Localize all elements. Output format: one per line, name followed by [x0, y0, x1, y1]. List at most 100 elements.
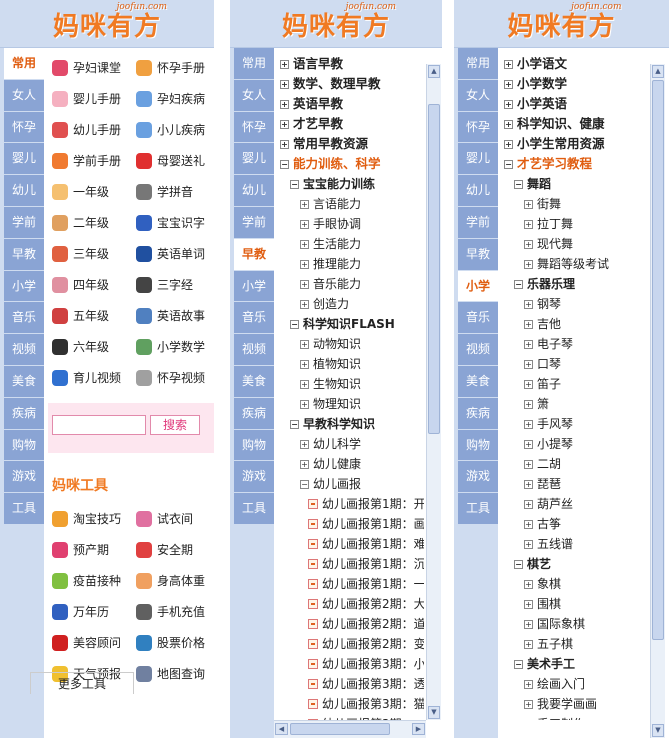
- collapse-icon[interactable]: −: [514, 179, 523, 189]
- tree-node[interactable]: − 早教科学知识: [274, 414, 424, 434]
- expand-icon[interactable]: +: [524, 619, 533, 629]
- expand-icon[interactable]: +: [524, 639, 533, 649]
- collapse-icon[interactable]: −: [290, 419, 299, 429]
- collapse-icon[interactable]: −: [514, 279, 523, 289]
- tree-node[interactable]: + 口琴: [498, 354, 648, 374]
- link-item[interactable]: 宝宝识字: [136, 207, 214, 238]
- expand-icon[interactable]: +: [524, 499, 533, 509]
- tab-13[interactable]: 游戏: [458, 461, 498, 494]
- link-item[interactable]: 一年级: [52, 176, 136, 207]
- expand-icon[interactable]: +: [524, 399, 533, 409]
- tree-node[interactable]: − 能力训练、科学: [274, 154, 424, 174]
- tree-node[interactable]: + 舞蹈等级考试: [498, 254, 648, 274]
- site-logo[interactable]: 妈咪有方 joofun.com: [507, 2, 621, 43]
- tree-node[interactable]: 幼儿画报第1期：难: [274, 534, 424, 554]
- tree-node[interactable]: + 二胡: [498, 454, 648, 474]
- tab-1[interactable]: 女人: [458, 79, 498, 112]
- tree-node[interactable]: + 言语能力: [274, 194, 424, 214]
- expand-icon[interactable]: +: [524, 379, 533, 389]
- tree-node[interactable]: 幼儿画报第3期：小: [274, 654, 424, 674]
- expand-icon[interactable]: +: [524, 299, 533, 309]
- tree-node[interactable]: + 五子棋: [498, 634, 648, 654]
- tree-node[interactable]: − 宝宝能力训练: [274, 174, 424, 194]
- link-item[interactable]: 怀孕视频: [136, 362, 214, 393]
- collapse-icon[interactable]: −: [290, 179, 299, 189]
- tree-node[interactable]: + 小学生常用资源: [498, 134, 648, 154]
- link-item[interactable]: 婴儿手册: [52, 83, 136, 114]
- tree-node[interactable]: − 幼儿画报: [274, 474, 424, 494]
- collapse-icon[interactable]: −: [514, 659, 523, 669]
- tree-node[interactable]: + 才艺早教: [274, 114, 424, 134]
- link-item[interactable]: 五年级: [52, 300, 136, 331]
- tab-14[interactable]: 工具: [4, 493, 44, 525]
- expand-icon[interactable]: +: [300, 459, 309, 469]
- scroll-right-arrow[interactable]: ▶: [412, 723, 425, 735]
- tree-node[interactable]: + 小提琴: [498, 434, 648, 454]
- tab-5[interactable]: 学前: [458, 206, 498, 239]
- collapse-icon[interactable]: −: [504, 159, 513, 169]
- tree-node[interactable]: + 数学、数理早教: [274, 74, 424, 94]
- tab-8[interactable]: 音乐: [234, 302, 274, 335]
- tree-node[interactable]: 幼儿画报第2期：道: [274, 614, 424, 634]
- expand-icon[interactable]: +: [524, 439, 533, 449]
- tree-node[interactable]: 幼儿画报第3期：猫: [274, 694, 424, 714]
- tab-14[interactable]: 工具: [458, 493, 498, 525]
- tab-0[interactable]: 常用: [4, 48, 44, 80]
- tree-node[interactable]: + 音乐能力: [274, 274, 424, 294]
- tree-node[interactable]: + 电子琴: [498, 334, 648, 354]
- tree-node[interactable]: + 葫芦丝: [498, 494, 648, 514]
- link-item[interactable]: 淘宝技巧: [52, 503, 136, 534]
- tree-node[interactable]: 幼儿画报第1期：沉: [274, 554, 424, 574]
- link-item[interactable]: 二年级: [52, 207, 136, 238]
- tab-14[interactable]: 工具: [234, 493, 274, 525]
- tree-node[interactable]: + 绘画入门: [498, 674, 648, 694]
- tree-node[interactable]: + 现代舞: [498, 234, 648, 254]
- tree-node[interactable]: + 钢琴: [498, 294, 648, 314]
- tree-node[interactable]: − 美术手工: [498, 654, 648, 674]
- tree-node[interactable]: + 生活能力: [274, 234, 424, 254]
- collapse-icon[interactable]: −: [290, 319, 299, 329]
- link-item[interactable]: 股票价格: [136, 627, 214, 658]
- tab-12[interactable]: 购物: [458, 429, 498, 462]
- link-item[interactable]: 美容顾问: [52, 627, 136, 658]
- tab-6[interactable]: 早教: [458, 238, 498, 271]
- tree-node[interactable]: 幼儿画报第2期：大: [274, 594, 424, 614]
- tree-node[interactable]: − 舞蹈: [498, 174, 648, 194]
- tree-node[interactable]: + 我要学画画: [498, 694, 648, 714]
- link-item[interactable]: 育儿视频: [52, 362, 136, 393]
- tab-5[interactable]: 学前: [234, 206, 274, 239]
- expand-icon[interactable]: +: [524, 479, 533, 489]
- tab-1[interactable]: 女人: [234, 79, 274, 112]
- tree-node[interactable]: 幼儿画报第1期：一: [274, 574, 424, 594]
- link-item[interactable]: 学前手册: [52, 145, 136, 176]
- expand-icon[interactable]: +: [524, 699, 533, 709]
- tree-node[interactable]: + 手风琴: [498, 414, 648, 434]
- expand-icon[interactable]: +: [504, 119, 513, 129]
- collapse-icon[interactable]: −: [280, 159, 289, 169]
- tree-node[interactable]: + 英语早教: [274, 94, 424, 114]
- tab-2[interactable]: 怀孕: [234, 111, 274, 144]
- expand-icon[interactable]: +: [300, 439, 309, 449]
- tree-node[interactable]: + 手工制作: [498, 714, 648, 720]
- site-logo[interactable]: 妈咪有方 joofun.com: [282, 2, 396, 43]
- scroll-down-arrow[interactable]: ▼: [428, 706, 440, 719]
- link-item[interactable]: 预产期: [52, 534, 136, 565]
- tab-6[interactable]: 早教: [234, 238, 274, 271]
- tab-5[interactable]: 学前: [4, 206, 44, 239]
- tree-node[interactable]: + 手眼协调: [274, 214, 424, 234]
- expand-icon[interactable]: +: [524, 259, 533, 269]
- tab-2[interactable]: 怀孕: [458, 111, 498, 144]
- expand-icon[interactable]: +: [524, 579, 533, 589]
- expand-icon[interactable]: +: [524, 339, 533, 349]
- tab-12[interactable]: 购物: [4, 429, 44, 462]
- horizontal-scrollbar[interactable]: ◀ ▶: [274, 720, 426, 738]
- expand-icon[interactable]: +: [300, 239, 309, 249]
- link-item[interactable]: 地图查询: [136, 658, 214, 689]
- scroll-thumb[interactable]: [428, 104, 440, 434]
- link-item[interactable]: 三字经: [136, 269, 214, 300]
- expand-icon[interactable]: +: [524, 719, 533, 720]
- tree-node[interactable]: + 创造力: [274, 294, 424, 314]
- tree-node[interactable]: + 幼儿科学: [274, 434, 424, 454]
- scroll-up-arrow[interactable]: ▲: [428, 65, 440, 78]
- expand-icon[interactable]: +: [524, 419, 533, 429]
